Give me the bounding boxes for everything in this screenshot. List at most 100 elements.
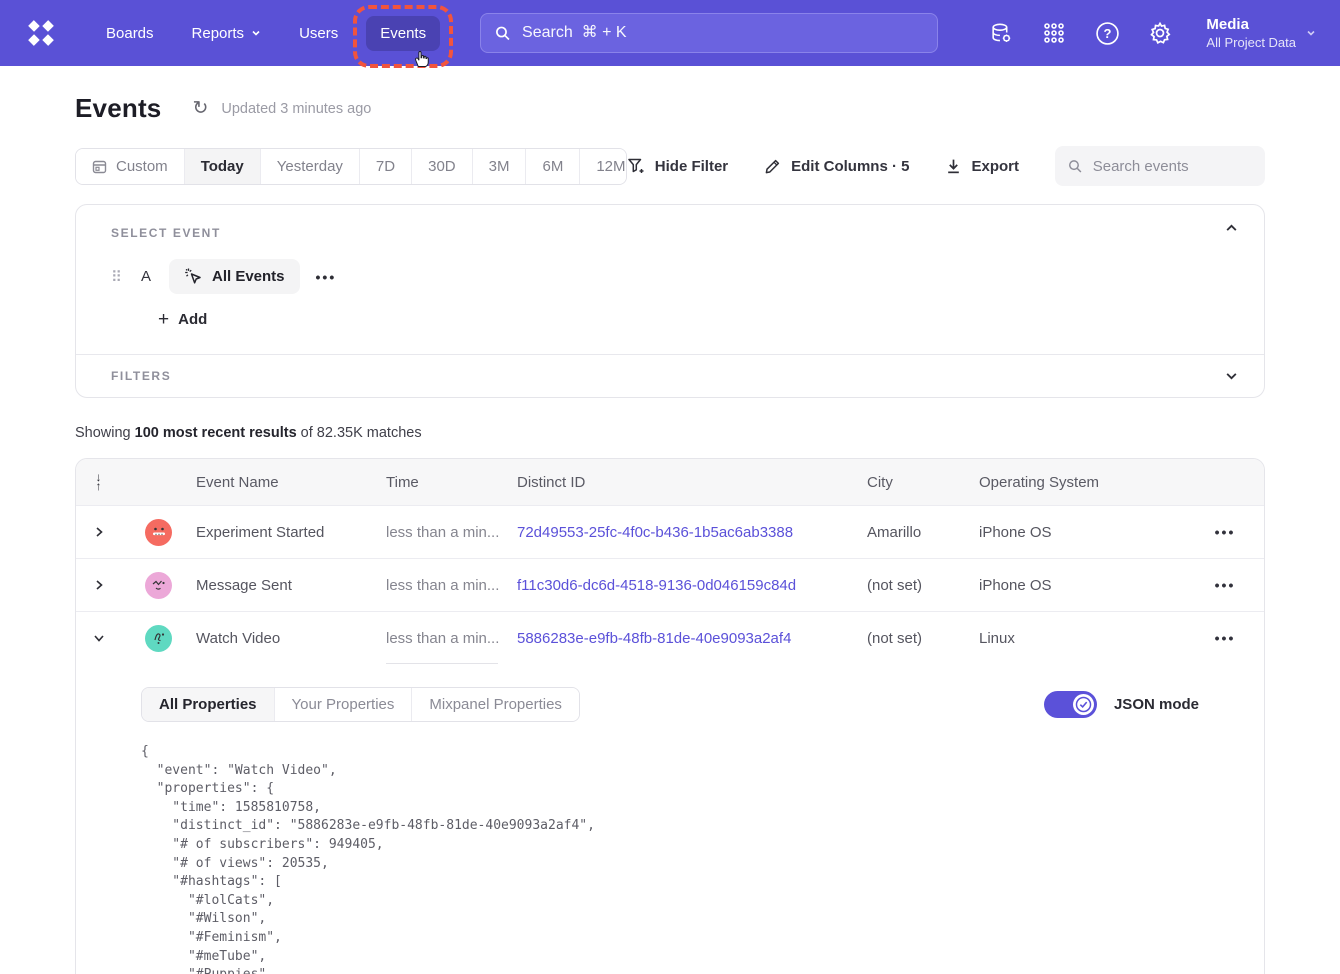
apps-grid-icon[interactable] [1041, 20, 1067, 46]
hand-cursor-icon [412, 48, 432, 70]
nav-item-events[interactable]: Events [366, 16, 440, 51]
chevron-right-icon [93, 579, 105, 591]
updated-timestamp: Updated 3 minutes ago [221, 101, 371, 117]
date-range-group: Custom Today Yesterday 7D 30D 3M 6M 12M [75, 148, 627, 185]
range-today[interactable]: Today [184, 149, 260, 184]
cell-city: (not set) [867, 630, 979, 647]
cell-distinct-id-link[interactable]: 5886283e-e9fb-48fb-81de-40e9093a2af4 [517, 630, 867, 647]
col-os: Operating System [979, 474, 1186, 491]
add-label: Add [178, 311, 207, 328]
nav-item-label: Users [299, 25, 338, 42]
plus-icon: + [158, 310, 169, 329]
cell-time: less than a min... [386, 559, 517, 611]
col-distinct-id: Distinct ID [517, 474, 867, 491]
tab-your-properties[interactable]: Your Properties [274, 688, 412, 721]
range-12m[interactable]: 12M [579, 149, 626, 184]
chevron-up-icon [1225, 222, 1238, 235]
help-icon[interactable]: ? [1094, 20, 1120, 46]
range-7d[interactable]: 7D [359, 149, 411, 184]
event-row-more-button[interactable]: ••• [316, 269, 337, 285]
range-6m[interactable]: 6M [525, 149, 579, 184]
nav-item-users[interactable]: Users [285, 16, 352, 51]
global-search-bar[interactable] [480, 13, 938, 53]
collapse-section-button[interactable] [1225, 222, 1238, 240]
search-events-box[interactable] [1055, 146, 1265, 186]
top-navbar: Boards Reports Users Events [0, 0, 1340, 66]
cell-event-name: Watch Video [196, 630, 386, 647]
row-detail-panel: All Properties Your Properties Mixpanel … [76, 664, 1264, 974]
col-time: Time [386, 474, 517, 491]
toggle-knob [1073, 694, 1094, 715]
page-title: Events [75, 93, 161, 124]
json-mode-toggle[interactable] [1044, 691, 1097, 718]
row-more-button[interactable]: ••• [1186, 577, 1264, 593]
row-more-button[interactable]: ••• [1186, 524, 1264, 540]
filters-title: FILTERS [111, 369, 1229, 383]
range-custom[interactable]: Custom [76, 149, 184, 184]
hide-filter-button[interactable]: Hide Filter [627, 157, 728, 175]
chevron-down-icon [1225, 369, 1238, 382]
event-row-letter: A [141, 268, 153, 285]
expand-row-button[interactable] [76, 526, 121, 538]
download-icon [945, 158, 962, 175]
nav-item-boards[interactable]: Boards [92, 16, 168, 51]
edit-columns-label: Edit Columns · 5 [791, 158, 909, 175]
event-avatar [145, 572, 172, 599]
search-events-input[interactable] [1093, 158, 1252, 175]
nav-item-reports[interactable]: Reports [178, 16, 276, 51]
tab-all-properties[interactable]: All Properties [142, 688, 274, 721]
refresh-icon[interactable]: ↻ [192, 99, 208, 118]
table-row: Experiment Started less than a min... 72… [76, 505, 1264, 558]
data-management-icon[interactable] [988, 20, 1014, 46]
export-label: Export [971, 158, 1019, 175]
drag-handle-icon[interactable]: ⠿ [111, 268, 121, 286]
expand-row-button[interactable] [76, 579, 121, 591]
range-30d[interactable]: 30D [411, 149, 472, 184]
col-event-name: Event Name [196, 474, 386, 491]
cell-distinct-id-link[interactable]: f11c30d6-dc6d-4518-9136-0d046159c84d [517, 577, 867, 594]
collapse-all-icon[interactable]: ↓↑ [96, 473, 102, 491]
cell-distinct-id-link[interactable]: 72d49553-25fc-4f0c-b436-1b5ac6ab3388 [517, 524, 867, 541]
results-summary: Showing 100 most recent results of 82.35… [75, 425, 1265, 441]
cell-time: less than a min... [386, 612, 517, 664]
global-search-input[interactable] [522, 24, 923, 42]
range-3m[interactable]: 3M [472, 149, 526, 184]
nav-item-label: Reports [192, 25, 245, 42]
chevron-down-icon [93, 632, 105, 644]
edit-columns-button[interactable]: Edit Columns · 5 [764, 157, 909, 175]
range-label: Custom [116, 158, 168, 175]
range-yesterday[interactable]: Yesterday [260, 149, 359, 184]
cell-event-name: Experiment Started [196, 524, 386, 541]
check-icon [1075, 696, 1092, 713]
settings-gear-icon[interactable] [1147, 20, 1173, 46]
cell-city: Amarillo [867, 524, 979, 541]
event-selector-button[interactable]: All Events [169, 259, 300, 294]
select-event-title: SELECT EVENT [111, 226, 1229, 240]
search-icon [1068, 158, 1083, 175]
search-icon [495, 25, 511, 42]
add-event-button[interactable]: + Add [158, 310, 207, 329]
filter-funnel-icon [627, 157, 646, 175]
cell-time: less than a min... [386, 506, 517, 558]
col-city: City [867, 474, 979, 491]
project-switcher[interactable]: Media All Project Data [1206, 15, 1316, 51]
export-button[interactable]: Export [945, 158, 1019, 175]
query-builder-card: SELECT EVENT ⠿ A All Events ••• + [75, 204, 1265, 398]
mixpanel-logo-icon[interactable] [24, 16, 58, 50]
cell-os: Linux [979, 630, 1186, 647]
collapse-row-button[interactable] [76, 632, 121, 644]
tab-mixpanel-properties[interactable]: Mixpanel Properties [411, 688, 579, 721]
cell-os: iPhone OS [979, 577, 1186, 594]
properties-tabs: All Properties Your Properties Mixpanel … [141, 687, 580, 722]
selected-event-label: All Events [212, 268, 285, 285]
cell-event-name: Message Sent [196, 577, 386, 594]
chevron-down-icon [251, 28, 261, 38]
nav-item-label: Events [380, 25, 426, 42]
row-more-button[interactable]: ••• [1186, 630, 1264, 646]
expand-filters-button[interactable] [1225, 369, 1238, 387]
event-avatar [145, 625, 172, 652]
pencil-icon [764, 157, 782, 175]
cell-os: iPhone OS [979, 524, 1186, 541]
calendar-icon [92, 159, 107, 174]
primary-nav: Boards Reports Users Events [92, 16, 440, 51]
